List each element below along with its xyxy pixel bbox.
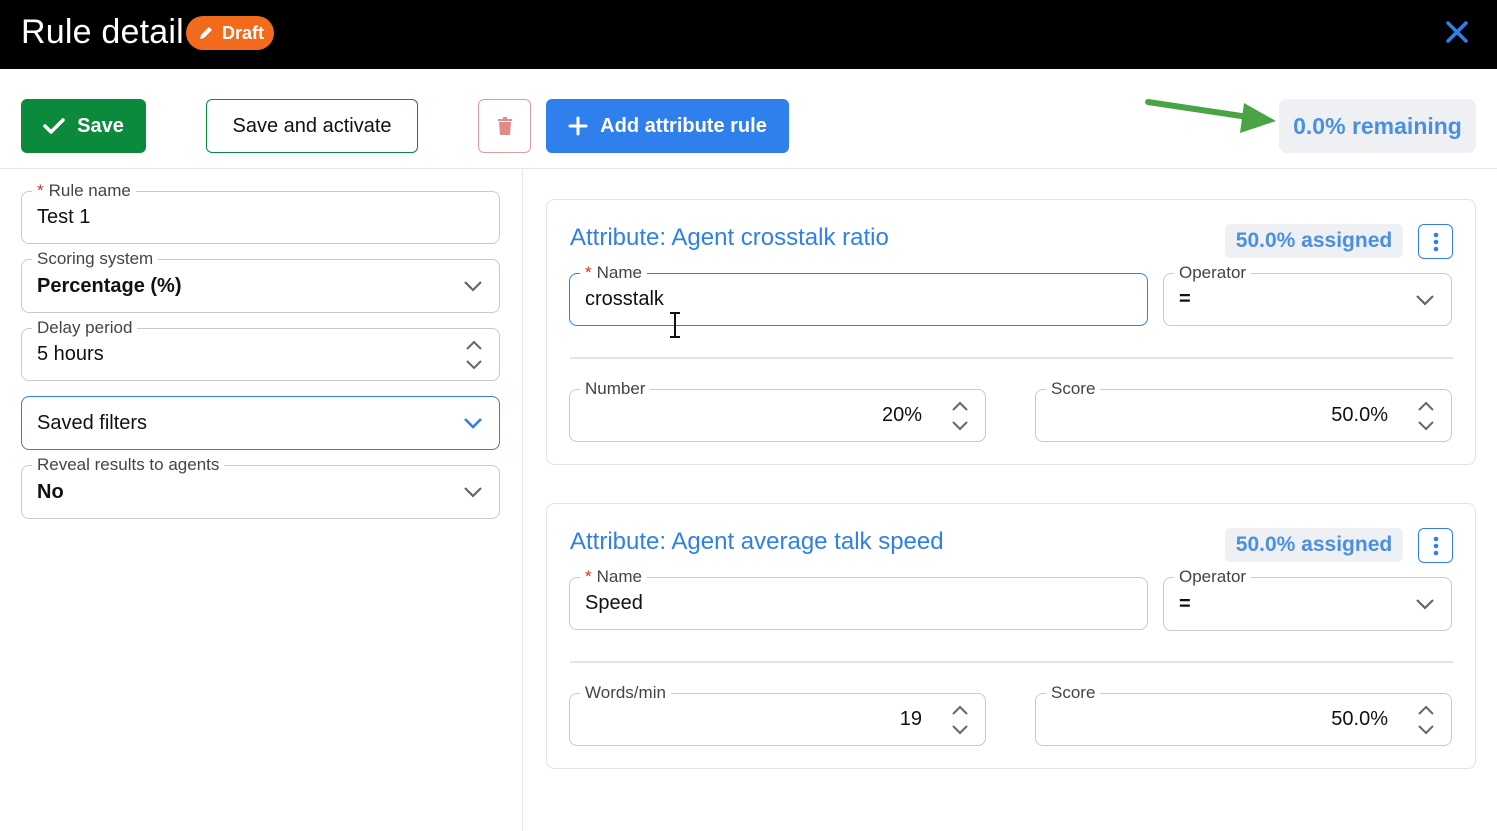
status-badge-label: Draft	[222, 22, 265, 43]
add-attribute-rule-label: Add attribute rule	[600, 114, 767, 137]
number-value: 20%	[881, 404, 922, 426]
pencil-icon	[200, 27, 212, 39]
chevron-down-icon	[464, 418, 482, 429]
reveal-results-select[interactable]: Reveal results to agents No	[21, 455, 500, 519]
status-badge: Draft	[186, 16, 274, 50]
trash-icon	[497, 117, 512, 135]
attribute-title: Attribute: Agent crosstalk ratio	[570, 224, 889, 251]
divider	[570, 357, 1453, 359]
chevron-down-icon	[1416, 294, 1434, 306]
toolbar: Save Save and activate Add attribute rul…	[0, 69, 1497, 169]
stepper-icon[interactable]	[1416, 700, 1436, 740]
operator-value: =	[1179, 592, 1191, 615]
chevron-down-icon	[1416, 599, 1434, 610]
divider	[570, 661, 1453, 663]
rule-name-field[interactable]: * Rule name Test 1	[21, 181, 500, 244]
kebab-icon	[1433, 536, 1438, 555]
score-value: 50.0%	[1331, 708, 1388, 730]
kebab-icon	[1433, 232, 1438, 251]
score-value: 50.0%	[1331, 404, 1388, 426]
score-label: Score	[1046, 379, 1101, 399]
check-icon	[43, 118, 65, 134]
save-and-activate-label: Save and activate	[232, 114, 392, 137]
score-field[interactable]: Score 50.0%	[1035, 379, 1452, 442]
attribute-name-value: crosstalk	[585, 288, 664, 310]
attribute-name-field[interactable]: * Name crosstalk	[569, 263, 1148, 326]
score-field[interactable]: Score 50.0%	[1035, 683, 1452, 746]
number-label: Number	[580, 379, 651, 399]
stepper-icon[interactable]	[1416, 396, 1436, 436]
delay-period-field[interactable]: Delay period 5 hours	[21, 318, 500, 381]
operator-value: =	[1179, 288, 1191, 310]
scoring-system-value: Percentage (%)	[37, 274, 182, 297]
scoring-system-select[interactable]: Scoring system Percentage (%)	[21, 249, 500, 313]
saved-filters-select[interactable]: Saved filters	[21, 396, 500, 450]
attribute-menu-button[interactable]	[1418, 224, 1453, 259]
remaining-percentage: 0.0% remaining	[1279, 99, 1476, 153]
reveal-results-value: No	[37, 480, 64, 503]
chevron-down-icon	[464, 487, 482, 498]
delay-period-value: 5 hours	[37, 343, 104, 365]
words-per-min-label: Words/min	[580, 683, 671, 703]
operator-select[interactable]: Operator =	[1163, 263, 1452, 326]
assigned-badge: 50.0% assigned	[1225, 224, 1403, 258]
add-attribute-rule-button[interactable]: Add attribute rule	[546, 99, 789, 153]
stepper-icon[interactable]	[464, 335, 484, 375]
words-per-min-value: 19	[899, 708, 922, 730]
title-bar: Rule detail Draft	[0, 0, 1497, 69]
attribute-title: Attribute: Agent average talk speed	[570, 528, 944, 555]
page-title: Rule detail	[21, 13, 184, 51]
saved-filters-value: Saved filters	[37, 411, 148, 434]
assigned-badge: 50.0% assigned	[1225, 528, 1403, 562]
attribute-menu-button[interactable]	[1418, 528, 1453, 563]
text-cursor-icon	[670, 312, 680, 338]
stepper-icon[interactable]	[950, 700, 970, 740]
stepper-icon[interactable]	[950, 396, 970, 436]
score-label: Score	[1046, 683, 1101, 703]
attribute-name-value: Speed	[585, 592, 643, 614]
delete-button[interactable]	[478, 99, 531, 153]
attribute-name-field[interactable]: * Name Speed	[569, 567, 1148, 630]
close-icon[interactable]	[1445, 20, 1469, 44]
save-button-label: Save	[77, 114, 124, 137]
words-per-min-field[interactable]: Words/min 19	[569, 683, 986, 746]
operator-select[interactable]: Operator =	[1163, 567, 1452, 631]
rule-name-value: Test 1	[37, 206, 91, 228]
arrow-right-icon	[1145, 99, 1276, 133]
plus-icon	[568, 116, 588, 136]
save-and-activate-button[interactable]: Save and activate	[206, 99, 418, 153]
chevron-down-icon	[464, 281, 482, 292]
save-button[interactable]: Save	[21, 99, 146, 153]
number-field[interactable]: Number 20%	[569, 379, 986, 442]
